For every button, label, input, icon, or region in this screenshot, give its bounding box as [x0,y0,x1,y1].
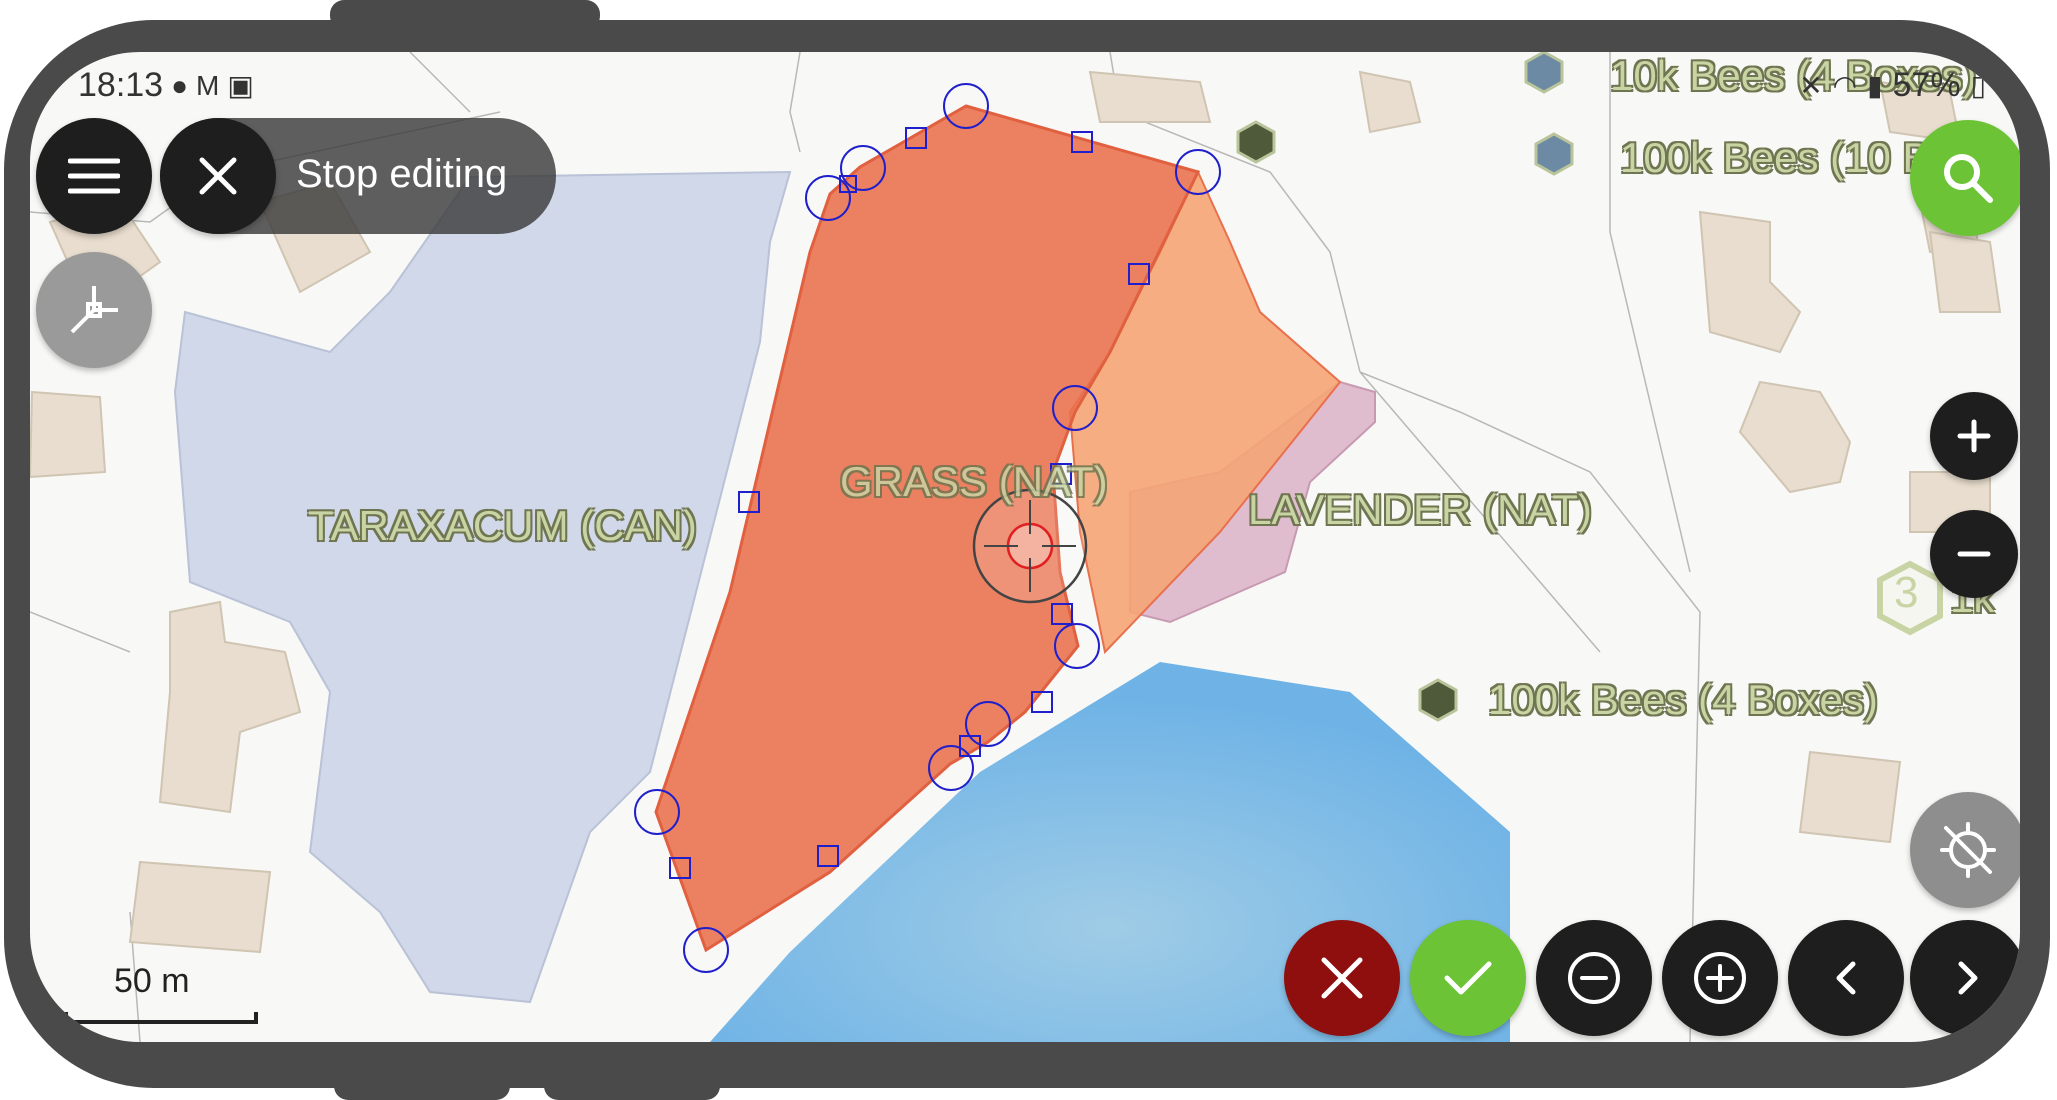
wifi-icon: ◠ [1832,70,1858,101]
map-screen: TARAXACUM (CAN) GRASS (NAT) LAVENDER (NA… [30,52,2020,1042]
chevron-left-icon [1836,961,1856,995]
menu-button[interactable] [36,118,152,234]
scale-bar-label: 50 m [114,962,190,1000]
volume-button [544,1070,720,1100]
battery-icon: ▯ [1970,70,1986,101]
label-grass: GRASS (NAT) [840,458,1108,505]
chevron-right-icon [1958,961,1978,995]
status-bar-left: 18:13 ● M ▣ [78,66,254,105]
search-icon [1944,154,1993,203]
label-lavender: LAVENDER (NAT) [1248,486,1592,533]
label-taraxacum: TARAXACUM (CAN) [308,502,697,549]
stop-editing-label[interactable]: Stop editing [296,152,507,197]
chat-icon: ● [171,69,189,101]
add-vertex-button[interactable] [1662,920,1778,1036]
vertex-mode-button[interactable] [36,252,152,368]
vertex-icon [70,286,118,334]
status-bar-right: ✕ ◠ ▮ 57% ▯ [1799,66,1986,105]
previous-vertex-button[interactable] [1788,920,1904,1036]
cancel-edit-button[interactable] [1284,920,1400,1036]
stop-editing-button[interactable] [160,118,276,234]
mail-icon: M [196,69,220,101]
remove-vertex-icon [1568,952,1620,1004]
battery-percent: 57% [1892,66,1961,104]
image-icon: ▣ [227,70,254,101]
plus-icon [1957,419,1991,453]
device-frame: TARAXACUM (CAN) GRASS (NAT) LAVENDER (NA… [0,0,2057,1100]
search-button[interactable] [1910,120,2020,236]
remove-vertex-button[interactable] [1536,920,1652,1036]
zoom-in-button[interactable] [1930,392,2018,480]
close-icon [1321,957,1363,999]
label-hive-3: 100k Bees (4 Boxes) [1488,676,1878,723]
power-button [330,0,600,30]
minus-icon [1957,551,1991,557]
volume-button [334,1070,510,1100]
signal-icon: ▮ [1867,70,1883,101]
mute-icon: ✕ [1799,70,1823,101]
gps-off-icon [1940,822,1996,878]
scale-bar-line [64,1012,258,1024]
status-time: 18:13 [78,66,164,104]
cluster-count: 3 [1894,568,1919,617]
confirm-edit-button[interactable] [1410,920,1526,1036]
label-hive-2: 100k Bees (10 B [1620,134,1931,181]
add-vertex-icon [1694,952,1746,1004]
menu-icon [68,158,120,194]
gps-button[interactable] [1910,792,2020,908]
close-icon [199,157,237,195]
zoom-out-button[interactable] [1930,510,2018,598]
crosshair [972,488,1088,604]
next-vertex-button[interactable] [1910,920,2020,1036]
check-icon [1444,961,1492,995]
